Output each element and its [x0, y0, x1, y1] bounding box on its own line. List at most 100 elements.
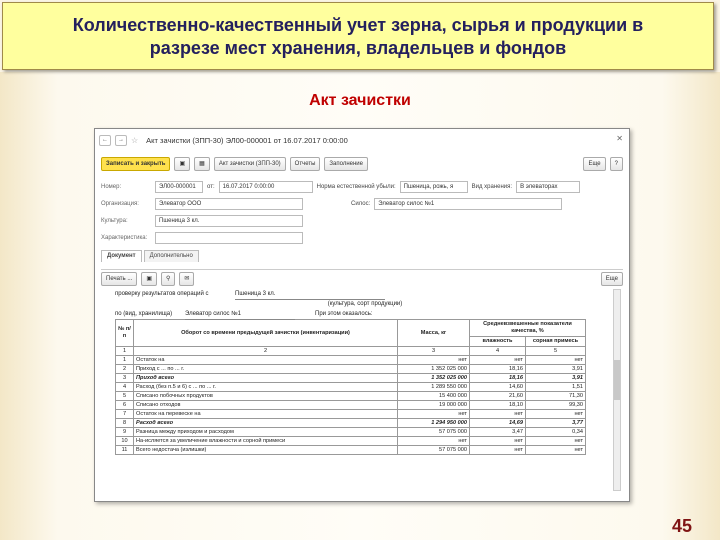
table-cell-weed: 1,51 [524, 382, 587, 392]
table-cell-moist: 18,10 [469, 400, 526, 410]
table-cell-name: Остаток на [133, 355, 398, 365]
table-row: 1 Остаток на нет нет нет [115, 355, 587, 365]
table-row: 2 Приход с ... по ... г. 1 352 025 000 18,1… [115, 364, 587, 374]
search-icon[interactable]: ⚲ [161, 271, 176, 286]
table-cell-mass: 19 000 000 [397, 400, 470, 410]
table-cell-name: Расход всего [133, 418, 398, 428]
header-quality: Средневзвешенные показатели качества, % [468, 319, 587, 337]
header-num: № п/п [115, 319, 134, 347]
table-cell-mass: 15 400 000 [397, 391, 470, 401]
table-cell-mass: нет [397, 436, 470, 446]
table-cell-name: Списано отходов [133, 400, 398, 410]
storage-type-label: Вид хранения: [471, 184, 513, 190]
table-cell-mass: 1 294 950 000 [397, 418, 470, 428]
table-cell-moist: 18,16 [469, 373, 526, 383]
scrollbar-thumb[interactable] [614, 360, 620, 400]
date-field[interactable]: 16.07.2017 0:00:00 [218, 181, 313, 193]
slide-title: Количественно-качественный учет зерна, с… [2, 2, 714, 70]
table-cell-moist: 14,60 [469, 382, 526, 392]
table-cell-moist: нет [469, 436, 526, 446]
slide-title-line1: Количественно-качественный учет зерна, с… [72, 15, 644, 35]
reports-button[interactable]: Отчеты [289, 157, 321, 171]
report-place-row: по (вид, хранилища) Элеватор силос №1 Пр… [115, 309, 615, 320]
table-cell-moist: 14,69 [469, 418, 526, 428]
report-body: проверку результатов операций с Пшеница … [115, 289, 615, 455]
col-number: 4 [469, 346, 526, 356]
form-row-number: Номер: ЭЛ00-000001 от: 16.07.2017 0:00:0… [101, 181, 623, 193]
place-value: Элеватор силос №1 [185, 309, 295, 320]
mail-icon[interactable]: ✉ [179, 271, 195, 286]
table-cell-weed: 0,34 [524, 427, 587, 437]
table-cell-name: Разница между приходом и расходом [133, 427, 398, 437]
table-cell-n: 4 [115, 382, 134, 392]
window-titlebar: ← → ☆ Акт зачистки (ЗПП-30) ЭЛ00-000001 … [99, 134, 625, 146]
header-moisture: влажность [469, 336, 526, 347]
table-cell-moist: нет [469, 355, 526, 365]
table-cell-n: 6 [115, 400, 134, 410]
table-cell-weed: 3,91 [524, 373, 587, 383]
more-button[interactable]: Еще [583, 157, 606, 171]
org-label: Организация: [101, 201, 139, 207]
table-cell-mass: нет [397, 409, 470, 419]
table-cell-weed: 99,30 [524, 400, 587, 410]
silo-label: Силос: [351, 201, 371, 207]
table-cell-weed: 71,30 [524, 391, 587, 401]
found-label: При этом оказалось: [315, 311, 373, 317]
fill-button[interactable]: Заполнение [324, 157, 368, 171]
place-label: по (вид, хранилища) [115, 311, 173, 317]
save-icon[interactable]: ▣ [174, 157, 191, 171]
print-button[interactable]: Печать ... [101, 271, 138, 286]
form-row-characteristic: Характеристика: [101, 232, 623, 244]
post-icon[interactable]: ▦ [194, 157, 210, 171]
table-cell-moist: нет [469, 409, 526, 419]
slide-title-line2: разрезе мест хранения, владельцев и фонд… [149, 38, 567, 58]
storage-type-field[interactable]: В элеваторах [516, 181, 581, 193]
back-arrow-icon[interactable]: ← [99, 134, 111, 146]
silo-field[interactable]: Элеватор силос №1 [374, 198, 563, 210]
table-row: 5 Списано побочных продуктов 15 400 000 21,… [115, 391, 587, 401]
vertical-scrollbar[interactable] [613, 289, 621, 491]
report-table: № п/п Оборот со времени предыдущей зачис… [115, 319, 587, 455]
table-cell-moist: 3,47 [469, 427, 526, 437]
help-button[interactable]: ? [609, 157, 623, 171]
culture-field[interactable]: Пшеница 3 кл. [155, 215, 303, 227]
org-field[interactable]: Элеватор ООО [155, 198, 303, 210]
norm-field[interactable]: Пшеница, рожь, я [399, 181, 468, 193]
number-label: Номер: [101, 184, 122, 190]
table-row: 10 На-исляется за увеличение влажности и … [115, 436, 587, 446]
table-row: 7 Остаток на перевеске на нет нет нет [115, 409, 587, 419]
table-row: 4 Расход (без п.5 и 6) с ... по ... г. 1 2… [115, 382, 587, 392]
date-label: от: [207, 184, 215, 190]
save-doc-icon[interactable]: ▣ [141, 271, 157, 286]
col-number: 3 [397, 346, 470, 356]
star-icon[interactable]: ☆ [131, 136, 138, 145]
table-cell-mass: 57 075 000 [397, 445, 470, 455]
tab-additional[interactable]: Дополнительно [143, 250, 199, 262]
form-row-org: Организация: Элеватор ООО Силос: Элевато… [101, 198, 623, 210]
table-cell-moist: 21,60 [469, 391, 526, 401]
table-row: 6 Списано отходов 19 000 000 18,10 99,30 [115, 400, 587, 410]
number-field[interactable]: ЭЛ00-000001 [155, 181, 203, 193]
table-row: 11 Всего недостача (излишки) 57 075 000 нет… [115, 445, 587, 455]
main-toolbar: Записать и закрыть ▣ ▦ Акт зачистки (ЗПП… [101, 157, 623, 171]
table-cell-n: 5 [115, 391, 134, 401]
tab-document[interactable]: Документ [101, 250, 142, 262]
window-title: Акт зачистки (ЗПП-30) ЭЛ00-000001 от 16.… [146, 135, 348, 145]
table-cell-name: На-исляется за увеличение влажности и со… [133, 436, 398, 446]
characteristic-field[interactable] [155, 232, 303, 244]
print-act-button[interactable]: Акт зачистки (ЗПП-30) [213, 157, 286, 171]
save-and-close-button[interactable]: Записать и закрыть [101, 157, 171, 171]
table-cell-n: 1 [115, 355, 134, 365]
table-row: 9 Разница между приходом и расходом 57 075… [115, 427, 587, 437]
close-icon[interactable]: ✕ [616, 134, 623, 143]
table-cell-weed: нет [524, 409, 587, 419]
forward-arrow-icon[interactable]: → [115, 134, 127, 146]
tab-bar: Документ Дополнительно [101, 250, 199, 262]
table-cell-moist: 18,16 [469, 364, 526, 374]
doc-more-button[interactable]: Еще [600, 271, 623, 286]
culture-caption: (культура, сорт продукции) [327, 301, 403, 307]
table-cell-weed: нет [524, 436, 587, 446]
table-cell-weed: 3,91 [524, 364, 587, 374]
document-toolbar: Печать ... ▣ ⚲ ✉ Еще [101, 269, 623, 286]
table-cell-name: Списано побочных продуктов [133, 391, 398, 401]
